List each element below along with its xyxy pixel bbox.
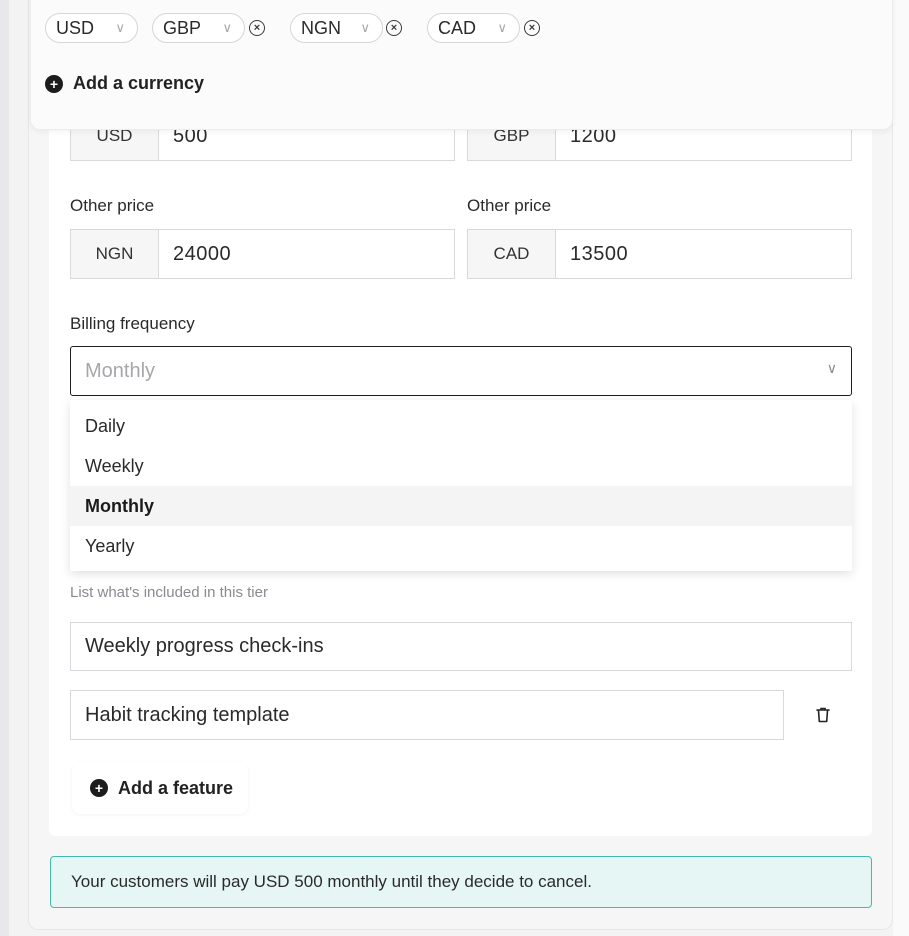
remove-currency-icon[interactable]: × — [386, 20, 402, 36]
plus-circle-icon: + — [45, 74, 63, 93]
add-currency-button[interactable]: + Add a currency — [45, 73, 204, 94]
currency-chip-usd[interactable]: USD ∨ — [45, 13, 138, 43]
plus-circle-icon: + — [90, 779, 108, 797]
option-weekly[interactable]: Weekly — [70, 446, 852, 486]
other-price-label: Other price — [70, 196, 155, 215]
price-value[interactable]: 13500 — [556, 230, 628, 278]
add-feature-label: Add a feature — [118, 777, 234, 798]
features-hint: List what's included in this tier — [70, 584, 268, 601]
notice-text: Your customers will pay USD 500 monthly … — [71, 872, 592, 891]
option-daily[interactable]: Daily — [70, 406, 852, 446]
chip-label: USD — [56, 17, 95, 38]
right-page-edge — [893, 0, 909, 936]
currency-selector-popover: USD ∨ GBP ∨ × NGN ∨ × CAD ∨ × + Add a cu… — [30, 0, 893, 130]
currency-code: CAD — [468, 230, 556, 278]
chevron-down-icon: ∨ — [115, 20, 125, 35]
left-page-edge — [0, 0, 9, 936]
price-input-cad[interactable]: CAD 13500 — [467, 229, 852, 279]
feature-input[interactable]: Weekly progress check-ins — [70, 622, 852, 671]
chevron-down-icon: ∨ — [222, 20, 232, 35]
billing-frequency-label: Billing frequency — [70, 314, 195, 333]
currency-code: NGN — [71, 230, 159, 278]
billing-frequency-dropdown: Daily Weekly Monthly Yearly — [70, 400, 852, 571]
chip-label: CAD — [438, 17, 477, 38]
currency-chip-cad[interactable]: CAD ∨ — [427, 13, 520, 43]
feature-input[interactable]: Habit tracking template — [70, 690, 784, 740]
add-feature-button[interactable]: + Add a feature — [72, 762, 248, 814]
chevron-down-icon: ∨ — [826, 360, 837, 376]
price-input-ngn[interactable]: NGN 24000 — [70, 229, 455, 279]
chip-label: NGN — [301, 17, 341, 38]
price-value[interactable]: 24000 — [159, 230, 231, 278]
billing-summary-notice: Your customers will pay USD 500 monthly … — [50, 856, 872, 908]
currency-chip-ngn[interactable]: NGN ∨ — [290, 13, 383, 43]
currency-chip-gbp[interactable]: GBP ∨ — [152, 13, 245, 43]
trash-icon[interactable] — [812, 704, 834, 726]
other-price-label: Other price — [467, 196, 552, 215]
option-monthly[interactable]: Monthly — [70, 486, 852, 526]
billing-frequency-select[interactable]: Monthly ∨ — [70, 346, 852, 396]
chevron-down-icon: ∨ — [360, 20, 370, 35]
remove-currency-icon[interactable]: × — [524, 20, 540, 36]
option-yearly[interactable]: Yearly — [70, 526, 852, 566]
add-currency-label: Add a currency — [73, 73, 205, 93]
chevron-down-icon: ∨ — [497, 20, 507, 35]
chip-label: GBP — [163, 17, 202, 38]
select-value: Monthly — [85, 359, 156, 382]
remove-currency-icon[interactable]: × — [249, 20, 265, 36]
